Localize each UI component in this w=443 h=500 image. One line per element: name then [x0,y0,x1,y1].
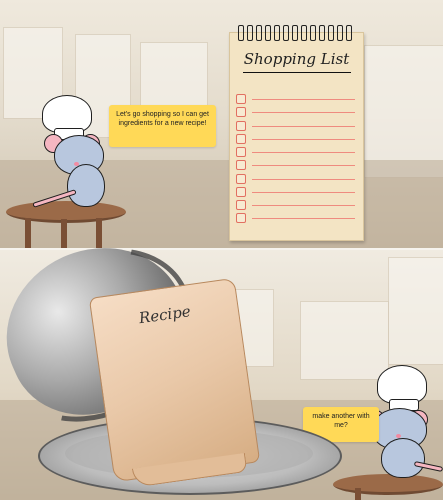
top-kitchen-scene: Let's go shopping so I can get ingredien… [0,0,443,250]
notepad-ring [301,25,307,41]
shopping-item-line [252,205,355,206]
notepad-ring [292,25,298,41]
speech-bubble: Let's go shopping so I can get ingredien… [109,105,216,147]
notepad-ring [328,25,334,41]
shopping-checkbox[interactable] [236,213,246,223]
shopping-checkbox[interactable] [236,94,246,104]
mouse-body [381,438,425,478]
shopping-item-line [252,179,355,180]
notepad-ring [310,25,316,41]
stool-leg [96,218,102,250]
notepad-ring [256,25,262,41]
notepad-ring [319,25,325,41]
shopping-checkbox[interactable] [236,147,246,157]
shopping-checkbox[interactable] [236,187,246,197]
notepad-ring [265,25,271,41]
shopping-list-notepad-icon: Shopping List [229,25,364,241]
stool-leg [61,219,67,250]
notepad-ring [337,25,343,41]
recipe-scroll-icon[interactable]: Recipe [88,277,261,483]
shopping-item-line [252,99,355,100]
stool-leg [355,488,361,500]
shopping-checkbox[interactable] [236,160,246,170]
recipe-title: Recipe [137,302,192,328]
chef-mouse-icon [32,92,114,211]
shopping-item-line [252,139,355,140]
shopping-item-line [252,112,355,113]
shopping-checkbox[interactable] [236,134,246,144]
notepad-ring [274,25,280,41]
shopping-item-line [252,165,355,166]
stool-leg [25,218,31,250]
shopping-checkbox[interactable] [236,107,246,117]
notepad-ring [238,25,244,41]
notepad-ring [346,25,352,41]
mouse-body [67,164,105,207]
title-underline [243,72,351,73]
shopping-checkbox[interactable] [236,121,246,131]
shopping-item-line [252,126,355,127]
shopping-checkbox[interactable] [236,200,246,210]
notepad-ring [283,25,289,41]
right-cabinet [388,257,443,365]
shopping-checkbox[interactable] [236,174,246,184]
shopping-item-line [252,192,355,193]
shopping-list-title: Shopping List [243,50,350,68]
shopping-item-line [252,218,355,219]
shopping-item-line [252,152,355,153]
notepad-ring [247,25,253,41]
right-cabinet [364,45,443,178]
